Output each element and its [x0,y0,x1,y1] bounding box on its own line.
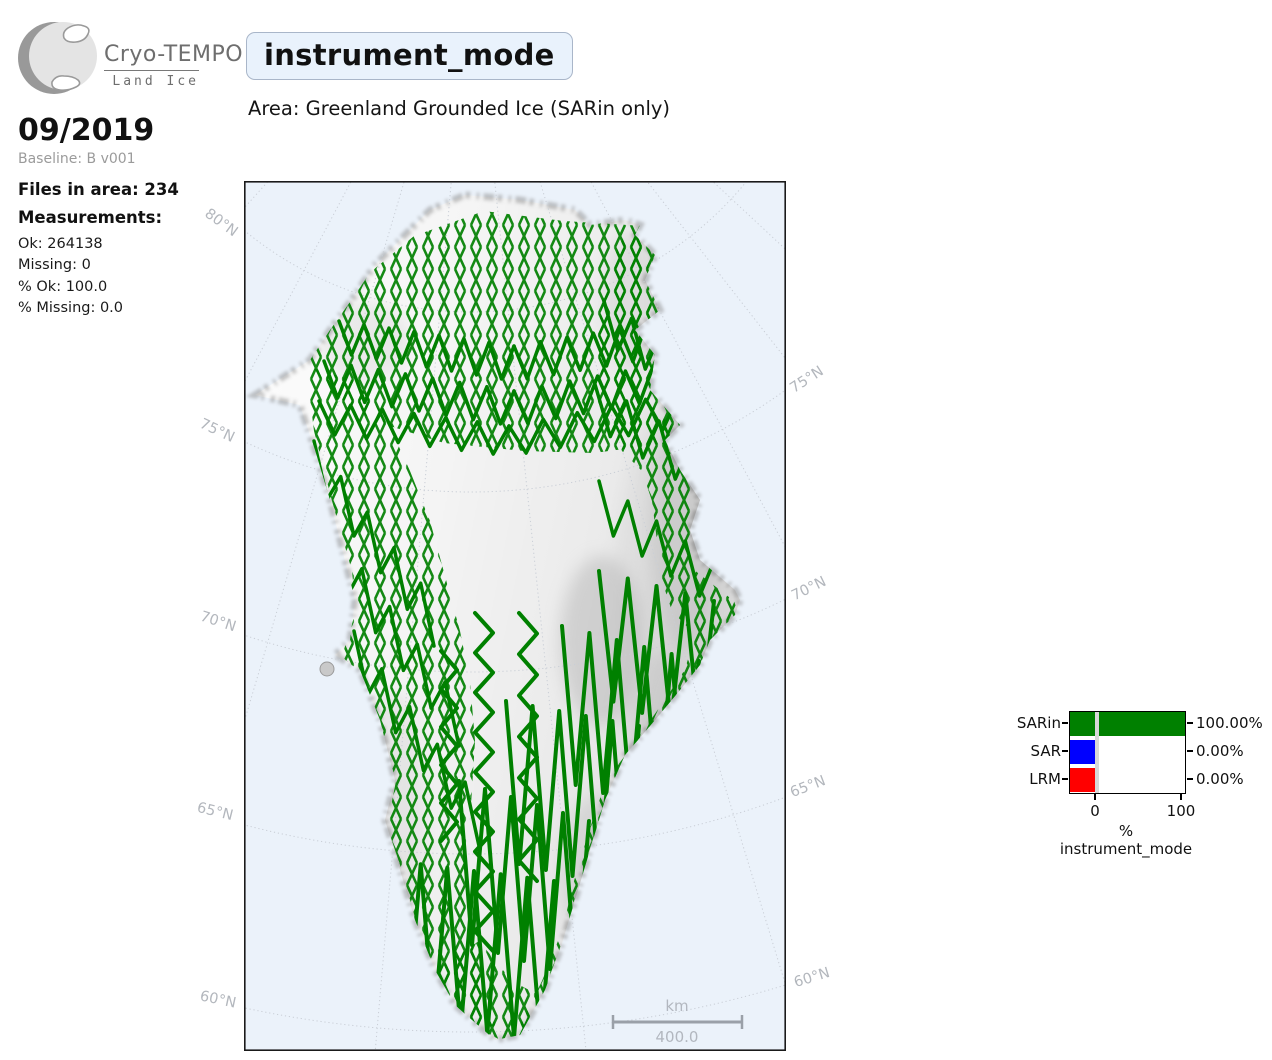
xtick-label-100: 100 [1167,802,1196,820]
lat-label-right-75n: 75°N [787,363,826,396]
instrument-mode-chart [1069,711,1186,794]
ytick-right-1 [1187,722,1193,724]
area-subtitle: Area: Greenland Grounded Ice (SARin only… [248,97,670,120]
xtick-100 [1180,794,1182,800]
map-canvas: km 400.0 [244,181,786,1051]
xtick-label-0: 0 [1090,802,1100,820]
lat-label-left-65n: 65°N [195,800,234,824]
ytick-right-3 [1187,778,1193,780]
greenland-map: km 400.0 [244,181,786,1051]
lat-label-right-65n: 65°N [788,773,828,801]
sar-bar-area [1099,740,1186,764]
sarin-bar-area [1099,712,1186,736]
value-label-lrm: 0.00% [1196,770,1244,788]
xtick-0 [1094,794,1096,800]
ytick-left-2 [1062,750,1068,752]
sarin-swatch [1070,712,1095,736]
chart-x-axis-label: % instrument_mode [1051,822,1201,858]
stat-pct-ok: % Ok: 100.0 [18,279,107,295]
period-label: 09/2019 [18,113,154,148]
cryo-tempo-logo [16,12,102,104]
lrm-swatch [1070,768,1095,792]
lat-label-left-80n: 80°N [202,206,241,240]
ytick-right-2 [1187,750,1193,752]
brand-rule [104,70,199,71]
scale-value: 400.0 [656,1028,699,1046]
disko-island [320,662,334,676]
stat-pct-missing: % Missing: 0.0 [18,300,123,316]
logo-wordmark: Cryo-TEMPO Land Ice [104,42,204,89]
report-page: { "header": { "logo": {"brand": "Cryo-TE… [0,0,1272,1060]
category-label-sar: SAR [991,742,1061,760]
lrm-bar-area [1099,768,1186,792]
sar-swatch [1070,740,1095,764]
brand-product: Land Ice [104,74,199,89]
stat-missing: Missing: 0 [18,257,91,273]
lat-label-left-75n: 75°N [197,416,237,446]
lat-label-left-60n: 60°N [198,988,237,1011]
brand-name: Cryo-TEMPO [104,42,204,67]
scale-unit: km [665,997,688,1015]
ytick-left-3 [1062,778,1068,780]
category-label-lrm: LRM [991,770,1061,788]
page-title: instrument_mode [246,32,573,80]
stat-ok: Ok: 264138 [18,236,103,252]
lat-label-left-70n: 70°N [198,609,238,636]
files-in-area: Files in area: 234 [18,180,179,199]
value-label-sar: 0.00% [1196,742,1244,760]
ytick-left-1 [1062,722,1068,724]
sarin-bar [1099,712,1186,736]
category-label-sarin: SARin [991,714,1061,732]
lat-label-right-70n: 70°N [789,574,829,604]
logo-globe-icon [16,12,102,104]
lat-label-right-60n: 60°N [792,965,832,991]
measurements-heading: Measurements: [18,208,162,227]
value-label-sarin: 100.00% [1196,714,1263,732]
baseline-label: Baseline: B v001 [18,151,136,167]
